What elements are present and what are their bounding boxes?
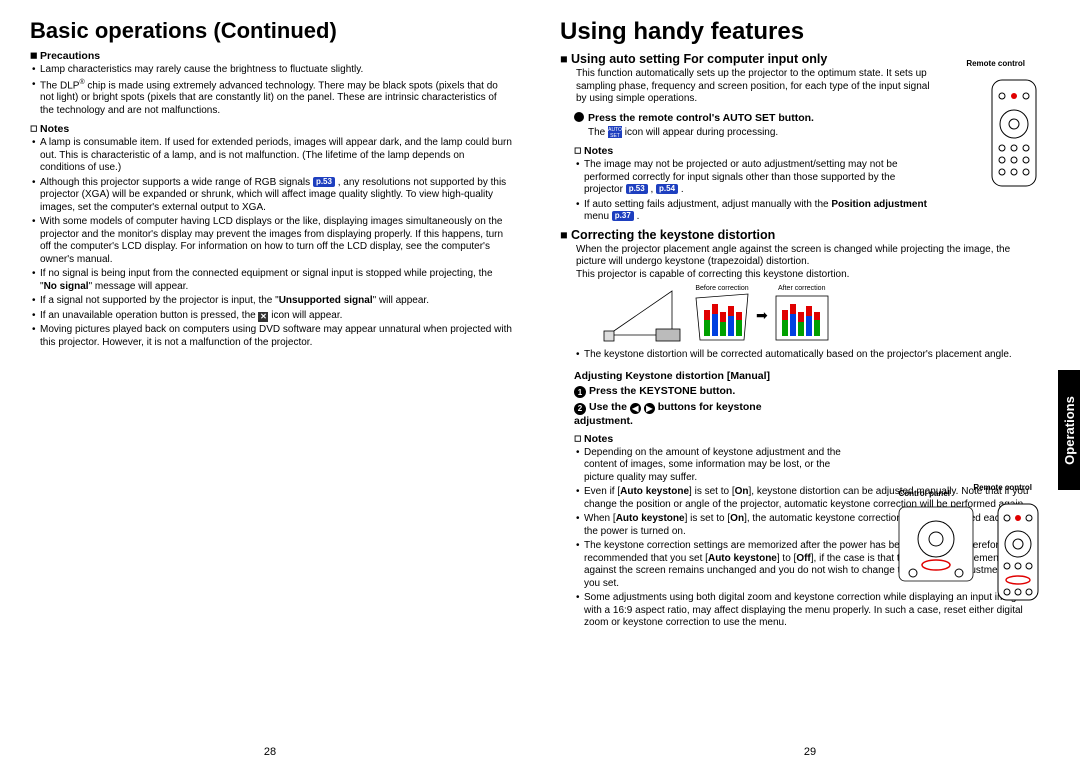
page-number-right: 29 — [804, 746, 816, 758]
remote-label-1: Remote control — [966, 60, 1025, 69]
page-title-right: Using handy features — [560, 18, 1040, 46]
pageref-icon: p.53 — [626, 184, 648, 194]
list-item: If a signal not supported by the project… — [30, 295, 512, 308]
left-arrow-icon: ◀ — [630, 403, 641, 414]
page-number-left: 28 — [264, 746, 276, 758]
list-item: Moving pictures played back on computers… — [30, 324, 512, 349]
remote-icon — [990, 78, 1038, 188]
projector-icon — [600, 285, 688, 345]
after-chart — [772, 292, 832, 342]
left-page: Basic operations (Continued) Precautions… — [0, 0, 540, 766]
list-item: Although this projector supports a wide … — [30, 177, 512, 215]
list-item: With some models of computer having LCD … — [30, 216, 512, 266]
list-item: If no signal is being input from the con… — [30, 268, 512, 293]
control-panel-label: Control panel — [898, 490, 950, 499]
keystone-head: Correcting the keystone distortion — [560, 228, 1040, 242]
step-2: 2Use the ◀ ▶ buttons for keystone adjust… — [574, 401, 814, 427]
remote-icon-2 — [996, 502, 1040, 602]
list-item: If auto setting fails adjustment, adjust… — [574, 199, 930, 224]
pageref-icon: p.53 — [313, 177, 335, 187]
control-panel-icon — [897, 505, 975, 583]
auto-press-step: Press the remote control's AUTO SET butt… — [574, 112, 1040, 124]
list-item: The DLP® chip is made using extremely ad… — [30, 79, 512, 118]
manual-head: Adjusting Keystone distortion [Manual] — [574, 370, 1040, 382]
auto-body: This function automatically sets up the … — [576, 68, 1040, 106]
list-item: Depending on the amount of keystone adju… — [574, 447, 844, 485]
precautions-list: Lamp characteristics may rarely cause th… — [30, 64, 512, 117]
right-arrow-icon: ▶ — [644, 403, 655, 414]
step-1: 1Press the KEYSTONE button. — [574, 385, 1040, 399]
list-item: A lamp is consumable item. If used for e… — [30, 137, 512, 175]
notes-head-left: Notes — [30, 123, 512, 135]
auto-set-icon: AUTOSET — [608, 126, 622, 138]
list-item: Some adjustments using both digital zoom… — [574, 592, 1036, 630]
list-item: If an unavailable operation button is pr… — [30, 310, 512, 323]
precautions-head: Precautions — [30, 50, 512, 62]
step-num-icon: 1 — [574, 386, 586, 398]
before-chart — [692, 292, 752, 342]
keystone-auto-note: The keystone distortion will be correcte… — [574, 349, 1040, 362]
pageref-icon: p.54 — [656, 184, 678, 194]
right-page: Using handy features Using auto setting … — [540, 0, 1080, 766]
pageref-icon: p.37 — [612, 211, 634, 221]
remote-label-2: Remote control — [973, 484, 1032, 493]
page-title-left: Basic operations (Continued) — [30, 18, 512, 44]
auto-icon-line: The AUTOSET icon will appear during proc… — [588, 126, 1040, 140]
list-item: The image may not be projected or auto a… — [574, 159, 930, 197]
arrow-icon: ➡ — [756, 307, 768, 324]
list-item: Lamp characteristics may rarely cause th… — [30, 64, 512, 77]
caption-after: After correction — [772, 285, 832, 292]
notes-list-left: A lamp is consumable item. If used for e… — [30, 137, 512, 349]
step-num-icon: 2 — [574, 403, 586, 415]
keystone-diagram: Before correction ➡ After correction — [600, 285, 1040, 345]
caption-before: Before correction — [692, 285, 752, 292]
list-item: The keystone distortion will be correcte… — [574, 349, 1040, 362]
auto-notes-head: Notes — [574, 145, 1040, 157]
bullet-icon — [574, 112, 584, 122]
section-tab: Operations — [1058, 370, 1080, 490]
keystone-notes-head: Notes — [574, 433, 1040, 445]
x-icon: ✕ — [258, 312, 268, 322]
auto-notes-list: The image may not be projected or auto a… — [574, 159, 1040, 224]
keystone-body: When the projector placement angle again… — [576, 244, 1040, 282]
